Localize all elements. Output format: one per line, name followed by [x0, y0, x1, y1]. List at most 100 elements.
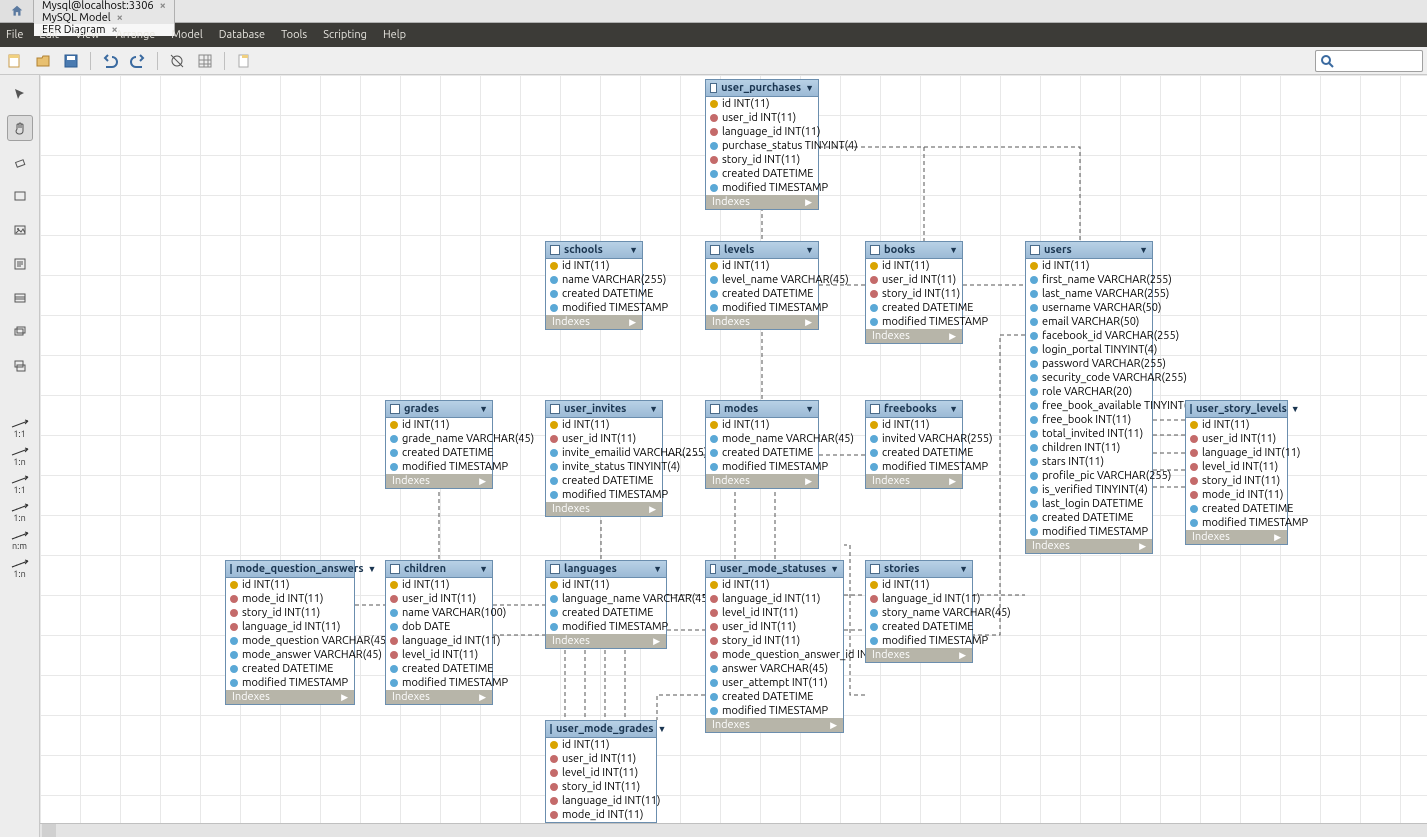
expand-icon[interactable]: ▶	[479, 476, 486, 487]
indexes-row[interactable]: Indexes▶	[226, 690, 354, 704]
entity-user_invites[interactable]: user_invites▼id INT(11)user_id INT(11)in…	[545, 400, 663, 517]
collapse-icon[interactable]: ▼	[479, 404, 488, 414]
entity-header[interactable]: children▼	[386, 561, 492, 578]
column[interactable]: modified TIMESTAMP	[1026, 525, 1152, 539]
column[interactable]: language_id INT(11)	[1186, 446, 1287, 460]
layer-tool[interactable]	[7, 183, 33, 209]
expand-icon[interactable]: ▶	[629, 317, 636, 328]
column[interactable]: user_id INT(11)	[386, 592, 492, 606]
entity-header[interactable]: languages▼	[546, 561, 666, 578]
column[interactable]: name VARCHAR(100)	[386, 606, 492, 620]
collapse-icon[interactable]: ▼	[653, 564, 662, 574]
menu-view[interactable]: View	[75, 29, 100, 41]
column[interactable]: language_id INT(11)	[226, 620, 354, 634]
column[interactable]: id INT(11)	[386, 578, 492, 592]
eraser-tool[interactable]	[7, 149, 33, 175]
column[interactable]: user_id INT(11)	[546, 752, 656, 766]
collapse-icon[interactable]: ▼	[805, 404, 814, 414]
column[interactable]: story_id INT(11)	[226, 606, 354, 620]
menu-model[interactable]: Model	[171, 29, 202, 41]
indexes-row[interactable]: Indexes▶	[386, 690, 492, 704]
indexes-row[interactable]: Indexes▶	[866, 474, 962, 488]
collapse-icon[interactable]: ▼	[805, 245, 814, 255]
column[interactable]: username VARCHAR(50)	[1026, 301, 1152, 315]
entity-languages[interactable]: languages▼id INT(11)language_name VARCHA…	[545, 560, 667, 649]
column[interactable]: created DATETIME	[546, 287, 642, 301]
expand-icon[interactable]: ▶	[830, 720, 837, 731]
column[interactable]: password VARCHAR(255)	[1026, 357, 1152, 371]
entity-header[interactable]: user_invites▼	[546, 401, 662, 418]
column[interactable]: user_id INT(11)	[706, 111, 818, 125]
expand-icon[interactable]: ▶	[959, 650, 966, 661]
horizontal-scrollbar[interactable]	[40, 823, 1427, 837]
image-tool[interactable]	[7, 217, 33, 243]
column[interactable]: id INT(11)	[706, 578, 843, 592]
menu-file[interactable]: File	[6, 29, 23, 41]
column[interactable]: language_id INT(11)	[386, 634, 492, 648]
collapse-icon[interactable]: ▼	[629, 245, 638, 255]
column[interactable]: story_id INT(11)	[866, 287, 962, 301]
column[interactable]: invite_status TINYINT(4)	[546, 460, 662, 474]
search-input[interactable]	[1338, 55, 1418, 67]
column[interactable]: created DATETIME	[706, 446, 818, 460]
entity-header[interactable]: levels▼	[706, 242, 818, 259]
column[interactable]: modified TIMESTAMP	[706, 181, 818, 195]
column[interactable]: user_id INT(11)	[706, 620, 843, 634]
column[interactable]: created DATETIME	[1186, 502, 1287, 516]
column[interactable]: modified TIMESTAMP	[706, 301, 818, 315]
column[interactable]: mode_question VARCHAR(45)	[226, 634, 354, 648]
column[interactable]: id INT(11)	[706, 418, 818, 432]
column[interactable]: id INT(11)	[546, 738, 656, 752]
new-doc-button[interactable]	[4, 50, 26, 72]
column[interactable]: language_id INT(11)	[706, 125, 818, 139]
column[interactable]: created DATETIME	[546, 606, 666, 620]
entity-schools[interactable]: schools▼id INT(11)name VARCHAR(255)creat…	[545, 241, 643, 330]
entity-header[interactable]: modes▼	[706, 401, 818, 418]
entity-levels[interactable]: levels▼id INT(11)level_name VARCHAR(45)c…	[705, 241, 819, 330]
entity-user_mode_statuses[interactable]: user_mode_statuses▼id INT(11)language_id…	[705, 560, 844, 733]
column[interactable]: created DATETIME	[706, 167, 818, 181]
indexes-row[interactable]: Indexes▶	[866, 648, 972, 662]
column[interactable]: level_id INT(11)	[1186, 460, 1287, 474]
table-tool[interactable]	[7, 285, 33, 311]
tab-mysql-model[interactable]: MySQL Model×	[34, 12, 175, 24]
expand-icon[interactable]: ▶	[479, 692, 486, 703]
column[interactable]: mode_answer VARCHAR(45)	[226, 648, 354, 662]
entity-modes[interactable]: modes▼id INT(11)mode_name VARCHAR(45)cre…	[705, 400, 819, 489]
expand-icon[interactable]: ▶	[805, 476, 812, 487]
column[interactable]: created DATETIME	[1026, 511, 1152, 525]
indexes-row[interactable]: Indexes▶	[866, 329, 962, 343]
indexes-row[interactable]: Indexes▶	[546, 634, 666, 648]
expand-icon[interactable]: ▶	[949, 476, 956, 487]
grid-button[interactable]	[194, 50, 216, 72]
entity-header[interactable]: user_purchases▼	[706, 80, 818, 97]
column[interactable]: story_id INT(11)	[706, 634, 843, 648]
column[interactable]: mode_question_answer_id INT(11)	[706, 648, 843, 662]
collapse-icon[interactable]: ▼	[949, 245, 958, 255]
pointer-tool[interactable]	[7, 81, 33, 107]
column[interactable]: stars INT(11)	[1026, 455, 1152, 469]
entity-header[interactable]: grades▼	[386, 401, 492, 418]
entity-header[interactable]: mode_question_answers▼	[226, 561, 354, 578]
column[interactable]: facebook_id VARCHAR(255)	[1026, 329, 1152, 343]
column[interactable]: name VARCHAR(255)	[546, 273, 642, 287]
column[interactable]: id INT(11)	[866, 578, 972, 592]
options-button[interactable]	[233, 50, 255, 72]
column[interactable]: created DATETIME	[386, 446, 492, 460]
hand-tool[interactable]	[7, 115, 33, 141]
collapse-icon[interactable]: ▼	[1291, 404, 1300, 414]
column[interactable]: id INT(11)	[706, 97, 818, 111]
expand-icon[interactable]: ▶	[1139, 541, 1146, 552]
collapse-icon[interactable]: ▼	[479, 564, 488, 574]
column[interactable]: user_id INT(11)	[866, 273, 962, 287]
column[interactable]: id INT(11)	[1026, 259, 1152, 273]
menu-edit[interactable]: Edit	[39, 29, 59, 41]
indexes-row[interactable]: Indexes▶	[546, 502, 662, 516]
relation-tool-1-n-3[interactable]: 1:n	[7, 499, 33, 527]
column[interactable]: level_name VARCHAR(45)	[706, 273, 818, 287]
column[interactable]: level_id INT(11)	[386, 648, 492, 662]
column[interactable]: language_id INT(11)	[706, 592, 843, 606]
column[interactable]: purchase_status TINYINT(4)	[706, 139, 818, 153]
home-tab[interactable]	[0, 0, 34, 22]
entity-header[interactable]: schools▼	[546, 242, 642, 259]
